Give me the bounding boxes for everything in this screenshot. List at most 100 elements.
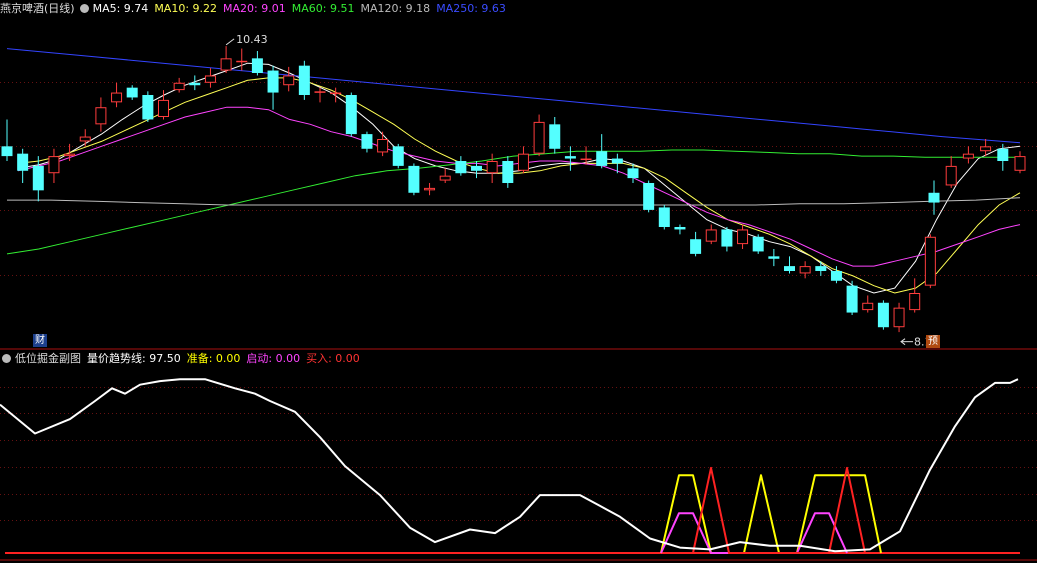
- candle: [330, 87, 342, 103]
- candle-body: [721, 229, 733, 247]
- candle-body: [784, 266, 795, 271]
- candle-body: [236, 60, 248, 63]
- candle: [945, 156, 957, 188]
- candle-body: [298, 65, 310, 95]
- candle-body: [361, 134, 373, 149]
- candle: [48, 148, 60, 183]
- candle-body: [596, 151, 608, 166]
- candle-body: [64, 153, 76, 157]
- candle: [32, 156, 44, 202]
- candle: [251, 51, 263, 76]
- candle-body: [486, 161, 498, 174]
- candle: [564, 146, 576, 171]
- candle-body: [705, 229, 717, 242]
- candle: [815, 261, 827, 276]
- candle: [924, 234, 936, 289]
- candle: [314, 87, 326, 103]
- high-marker-arrow: [225, 38, 235, 46]
- high-price-label: 10.43: [236, 33, 268, 46]
- candle-body: [1014, 156, 1026, 171]
- candle: [486, 153, 498, 183]
- candle-body: [737, 229, 749, 245]
- candle: [893, 302, 905, 333]
- candle-body: [314, 91, 326, 93]
- candle-body: [126, 87, 138, 98]
- candle: [1014, 151, 1026, 174]
- ma120-line: [7, 197, 1021, 206]
- candle: [298, 60, 310, 100]
- candle: [549, 117, 561, 154]
- candle-body: [502, 161, 514, 183]
- candle: [189, 75, 201, 91]
- candle-body: [862, 302, 874, 311]
- candle-body: [799, 266, 811, 274]
- candle-body: [768, 256, 780, 259]
- candle-body: [220, 58, 232, 71]
- candle-body: [893, 307, 905, 328]
- candle: [220, 46, 232, 73]
- candle: [502, 156, 514, 188]
- candle-body: [392, 146, 404, 166]
- candle: [361, 131, 373, 153]
- candle: [752, 234, 764, 254]
- candle-body: [549, 124, 561, 149]
- candle-body: [111, 92, 123, 103]
- price-markers: 10.438.10: [225, 33, 939, 349]
- candle: [690, 231, 702, 257]
- financial-report-badge[interactable]: 财: [33, 334, 47, 347]
- candle: [142, 91, 154, 122]
- candle: [533, 114, 545, 157]
- candle-body: [173, 82, 185, 91]
- candle: [408, 163, 420, 196]
- candle-body: [909, 293, 921, 311]
- candle: [643, 180, 655, 213]
- candle-body: [830, 271, 842, 281]
- candle: [846, 280, 858, 315]
- candle: [126, 85, 138, 100]
- ma60-line: [6, 149, 1020, 255]
- candle-body: [658, 207, 670, 227]
- candle-body: [924, 236, 936, 286]
- candle: [962, 146, 974, 164]
- candle-body: [877, 302, 889, 328]
- candle-body: [471, 165, 482, 171]
- ma250-line: [6, 48, 1021, 144]
- candle-body: [846, 285, 858, 313]
- candle-body: [945, 165, 957, 186]
- start-line: [660, 512, 848, 554]
- candle: [204, 68, 216, 88]
- candle-body: [95, 107, 107, 125]
- candle-body: [690, 239, 702, 254]
- candle-body: [142, 95, 154, 120]
- candle-body: [330, 92, 342, 95]
- candle: [517, 146, 529, 174]
- candle: [392, 143, 404, 169]
- candle: [721, 227, 733, 252]
- candle: [455, 156, 467, 176]
- candle: [909, 278, 921, 313]
- candle-body: [752, 236, 764, 252]
- candle: [658, 205, 670, 230]
- candle-body: [204, 75, 216, 83]
- candle-body: [455, 161, 467, 174]
- candle: [79, 129, 91, 147]
- candle: [862, 295, 874, 313]
- candle: [877, 300, 889, 330]
- candle-body: [517, 153, 529, 171]
- candle: [424, 183, 436, 196]
- sub-indicator-plot: [0, 378, 1020, 554]
- chart-canvas[interactable]: 10.438.10: [0, 0, 1037, 563]
- candle-body: [48, 156, 60, 174]
- candle-body: [377, 139, 389, 153]
- candle: [377, 131, 389, 157]
- candle-body: [580, 158, 592, 161]
- candle: [705, 224, 717, 245]
- candle-body: [643, 183, 655, 210]
- forecast-badge[interactable]: 预: [926, 335, 940, 348]
- candle: [439, 168, 451, 183]
- buy-line: [692, 466, 866, 554]
- moving-average-lines: [6, 48, 1021, 294]
- candle-body: [345, 95, 357, 135]
- candle: [928, 180, 940, 215]
- candle-body: [627, 168, 639, 179]
